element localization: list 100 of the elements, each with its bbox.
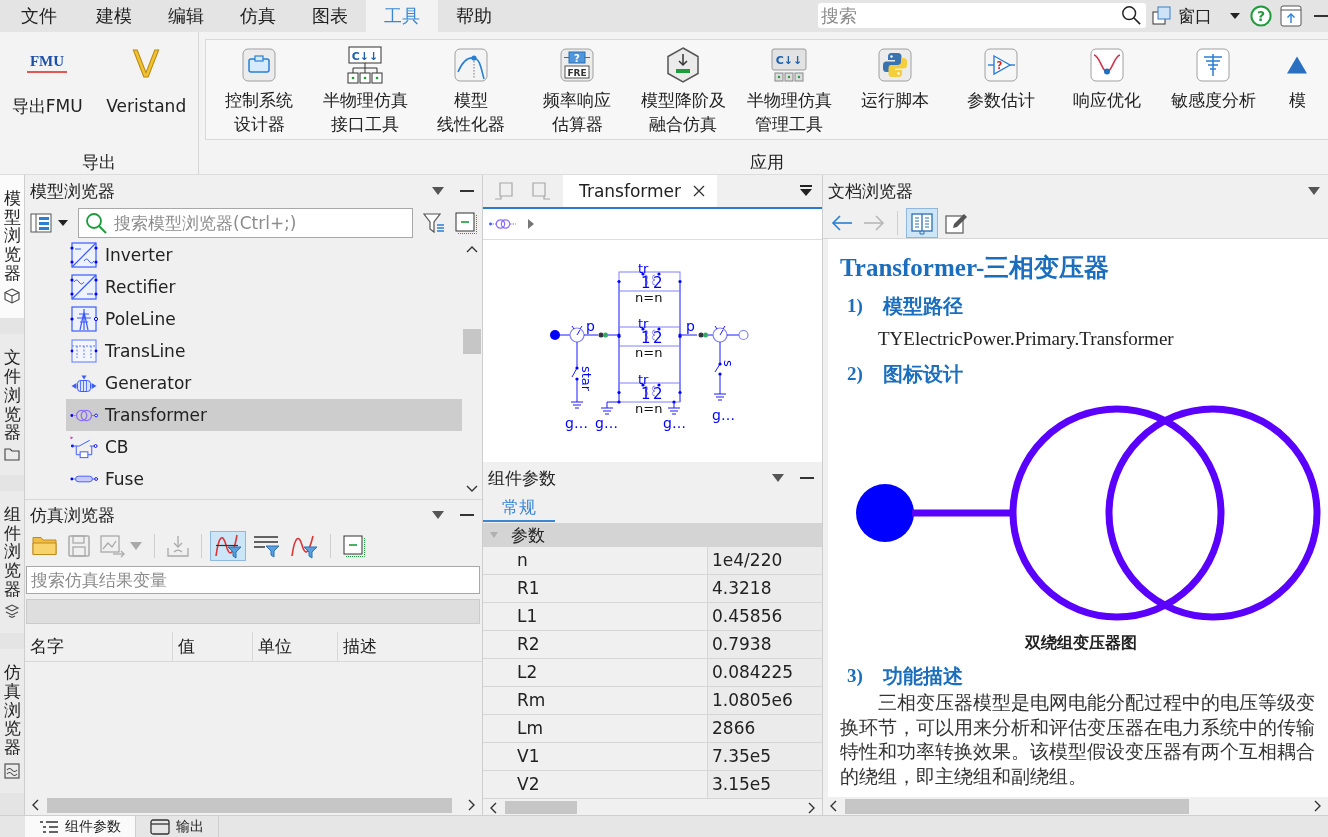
help-icon[interactable]: ? [1250, 5, 1272, 27]
scrollbar-thumb[interactable] [463, 329, 481, 354]
value-cell[interactable]: 1e4/220 [707, 547, 822, 574]
collapse-icon[interactable] [455, 212, 477, 234]
table-cell-text: Lm [516, 717, 545, 740]
scrollbar-thumb[interactable] [47, 797, 452, 813]
switch-label: star [579, 366, 594, 392]
value-cell[interactable]: 7.35e5 [707, 743, 822, 770]
editor-tab[interactable]: Transformer [563, 175, 717, 207]
group-header[interactable]: 参数 [483, 523, 822, 547]
tree-item[interactable]: TransLine [66, 335, 462, 367]
search-icon[interactable] [1121, 5, 1141, 25]
menu-tab[interactable]: 文件 [0, 0, 78, 32]
side-tab[interactable]: 仿真浏览器 [0, 649, 24, 793]
side-tab[interactable]: 文件浏览器 [0, 334, 24, 475]
bottom-tab[interactable]: 输出 [136, 816, 219, 837]
value-cell[interactable]: 0.7938 [707, 631, 822, 658]
arrow-left-icon [831, 213, 853, 232]
valley-curve-icon [1090, 48, 1124, 82]
port-label: p [586, 318, 595, 334]
side-tab[interactable]: 模型浏览器 [0, 175, 24, 319]
list-icon [39, 819, 59, 834]
ribbon-button[interactable]: C↓↓ 半物理仿真 接口工具 [312, 46, 418, 139]
chevron-left-icon[interactable] [489, 801, 497, 814]
tree-item[interactable]: CB [66, 431, 462, 463]
switch-label: s [721, 360, 736, 367]
ribbon-button[interactable]: C↓↓ 半物理仿真 管理工具 [736, 46, 842, 139]
ribbon-button[interactable]: 运行脚本 [842, 46, 948, 139]
curve-tile-icon [454, 48, 488, 82]
menu-tab[interactable]: 编辑 [150, 0, 222, 32]
curve-filter-button[interactable] [210, 531, 246, 561]
caret-down-icon[interactable] [58, 220, 68, 226]
column-header[interactable]: 名字 [25, 632, 173, 661]
value-cell[interactable]: 0.084225 [707, 659, 822, 686]
caret-down-icon[interactable] [1308, 187, 1320, 195]
tree-item[interactable]: Inverter [66, 239, 462, 271]
search-field[interactable]: 搜索 [818, 3, 1146, 28]
triangle-right-icon[interactable] [527, 218, 535, 230]
caret-down-icon[interactable] [772, 474, 784, 482]
panel-title: 组件参数 [488, 466, 556, 490]
window-menu-button[interactable]: 窗口 [1152, 0, 1246, 32]
collapse-icon [343, 535, 365, 557]
tree-item[interactable]: Fuse [66, 463, 462, 495]
chevron-up-icon[interactable] [466, 245, 478, 253]
chevron-down-icon[interactable] [466, 485, 478, 493]
winding-label: 2 [653, 329, 663, 347]
ribbon-button[interactable]: 模 [1266, 46, 1328, 139]
bottom-tab[interactable]: 组件参数 [25, 816, 136, 837]
ribbon-button[interactable]: V Veristand [106, 44, 187, 151]
motor-icon [71, 374, 97, 392]
value-cell[interactable]: 2866 [707, 715, 822, 742]
menu-tab[interactable]: 帮助 [438, 0, 510, 32]
chevron-right-icon[interactable] [808, 801, 816, 814]
search-field[interactable]: 搜索仿真结果变量 [26, 566, 480, 594]
double-circle-icon[interactable] [489, 218, 517, 230]
value-cell[interactable]: 4.3218 [707, 575, 822, 602]
value-cell[interactable]: 3.15e5 [707, 771, 822, 798]
caret-down-icon[interactable] [432, 187, 444, 195]
value-cell[interactable]: 1.0805e6 [707, 687, 822, 714]
winding-label: 1 [641, 385, 651, 403]
ground-label: g… [712, 407, 735, 423]
menu-caret-icon[interactable] [799, 185, 813, 197]
close-icon[interactable] [693, 185, 705, 197]
ribbon-button[interactable]: 敏感度分析 [1160, 46, 1266, 139]
read-mode-button[interactable] [906, 207, 938, 238]
menu-tab[interactable]: 图表 [294, 0, 366, 32]
ribbon-button[interactable]: 模型降阶及 融合仿真 [630, 46, 736, 139]
scrollbar-thumb[interactable] [845, 798, 1189, 814]
tree-view-icon[interactable] [30, 212, 52, 234]
tree-item[interactable]: Transformer [66, 399, 462, 431]
table-cell-text: R1 [516, 577, 541, 600]
chevron-right-icon[interactable] [1314, 800, 1322, 812]
ribbon-button[interactable]: FMU 导出FMU [11, 44, 83, 151]
menu-tab[interactable]: 建模 [78, 0, 150, 32]
chevron-left-icon[interactable] [829, 800, 837, 812]
tree-item[interactable]: PoleLine [66, 303, 462, 335]
folder-icon [4, 447, 20, 461]
column-header[interactable]: 描述 [338, 632, 482, 661]
tree-item[interactable]: Generator [66, 367, 462, 399]
ribbon-button[interactable]: 响应优化 [1054, 46, 1160, 139]
tree-item[interactable]: Rectifier [66, 271, 462, 303]
filter-icon[interactable] [423, 212, 445, 234]
up-arrow-box-icon[interactable] [1280, 5, 1302, 27]
column-header[interactable]: 单位 [253, 632, 338, 661]
caret-down-icon[interactable] [432, 511, 444, 519]
ribbon-button[interactable]: ? FRE 频率响应 估算器 [524, 46, 630, 139]
search-field[interactable]: 搜索模型浏览器(Ctrl+;) [78, 208, 413, 238]
menu-tab[interactable]: 仿真 [222, 0, 294, 32]
table-cell-text: L2 [516, 661, 539, 684]
cube-icon [4, 288, 20, 305]
side-tab[interactable]: 组件浏览器 [0, 490, 24, 634]
scrollbar-thumb[interactable] [505, 801, 577, 814]
curve-filter-icon [290, 533, 318, 559]
ribbon-button[interactable]: 控制系统 设计器 [206, 46, 312, 139]
ribbon-button[interactable]: ? 参数估计 [948, 46, 1054, 139]
chevron-left-icon[interactable] [31, 799, 39, 811]
chevron-right-icon[interactable] [468, 799, 476, 811]
ribbon-button[interactable]: 模型 线性化器 [418, 46, 524, 139]
value-cell[interactable]: 0.45856 [707, 603, 822, 630]
column-header[interactable]: 值 [173, 632, 253, 661]
